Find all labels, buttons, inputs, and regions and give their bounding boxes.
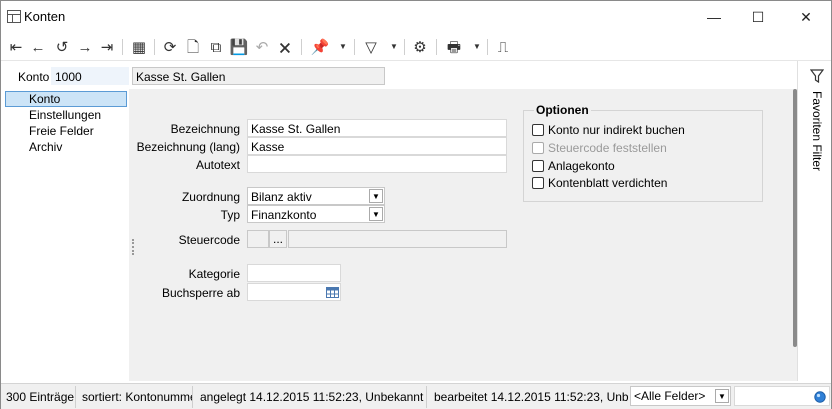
konto-name-display: Kasse St. Gallen <box>132 67 385 85</box>
typ-label: Typ <box>220 208 240 222</box>
first-record-icon[interactable]: ⇤ <box>6 38 26 56</box>
steuercode-input[interactable] <box>247 230 269 248</box>
checkbox-box[interactable] <box>532 177 544 189</box>
optionen-group: Optionen Konto nur indirekt buchen Steue… <box>523 103 763 202</box>
table-view-icon[interactable]: ▦ <box>129 38 149 56</box>
created-info: angelegt 14.12.2015 11:52:23, Unbekannt … <box>195 386 427 408</box>
steuercode-label: Steuercode <box>178 233 240 247</box>
settings-icon[interactable]: ⚙ <box>410 38 430 56</box>
close-button[interactable]: ✕ <box>783 1 829 33</box>
copy-icon[interactable]: ⧉ <box>206 38 226 56</box>
buchsperre-label: Buchsperre ab <box>161 286 240 300</box>
konto-label: Konto <box>18 70 50 84</box>
pin-dropdown-caret[interactable]: ▼ <box>339 42 347 51</box>
bezeichnung-input[interactable]: Kasse St. Gallen <box>247 119 507 137</box>
nav-item-konto[interactable]: Konto <box>5 91 127 107</box>
filter-icon[interactable] <box>810 69 824 83</box>
toolbar-separator <box>487 39 488 55</box>
window-title: Konten <box>24 9 66 24</box>
konto-number-input[interactable]: 1000 <box>51 67 129 85</box>
section-nav: Konto Einstellungen Freie Felder Archiv <box>3 89 129 381</box>
toolbar-separator <box>122 39 123 55</box>
nav-item-archiv[interactable]: Archiv <box>5 139 127 155</box>
last-record-icon[interactable]: ⇥ <box>97 38 117 56</box>
new-document-icon[interactable]: 🗋 <box>183 38 203 56</box>
anlagekonto-checkbox[interactable]: Anlagekonto <box>532 158 615 174</box>
kategorie-label: Kategorie <box>188 267 240 281</box>
chevron-down-icon[interactable]: ▼ <box>369 189 383 203</box>
table-window-icon <box>7 10 21 23</box>
export-icon[interactable]: ⎍ <box>493 38 513 56</box>
favorites-filter-label[interactable]: Favoriten Filter <box>810 91 824 171</box>
print-dropdown-caret[interactable]: ▼ <box>473 42 481 51</box>
history-icon[interactable]: ↺ <box>52 38 72 56</box>
zuordnung-label: Zuordnung <box>181 190 240 204</box>
refresh-icon[interactable]: ⟳ <box>160 38 180 56</box>
minimize-button[interactable]: — <box>691 1 737 33</box>
delete-icon[interactable]: 🗙 <box>275 38 295 56</box>
steuercode-lookup-button[interactable]: ... <box>269 230 287 248</box>
record-count: 300 Einträge <box>1 386 76 408</box>
bezeichnung-lang-input[interactable]: Kasse <box>247 137 507 155</box>
toolbar: ⇤ ← ↺ → ⇥ ▦ ⟳ 🗋 ⧉ 💾 ↶ 🗙 📌 ▼ ▽ ▼ ⚙ 🖶 ▼ ⎍ <box>1 33 831 61</box>
checkbox-label: Anlagekonto <box>548 159 615 173</box>
chevron-down-icon[interactable]: ▼ <box>369 207 383 221</box>
toolbar-separator <box>436 39 437 55</box>
toolbar-separator <box>154 39 155 55</box>
toolbar-separator <box>354 39 355 55</box>
favorites-filter-panel[interactable]: Favoriten Filter <box>797 61 831 381</box>
konto-header: Konto 1000 Kasse St. Gallen <box>1 65 801 87</box>
checkbox-box[interactable] <box>532 160 544 172</box>
save-icon[interactable]: 💾 <box>229 38 249 56</box>
optionen-title: Optionen <box>534 103 591 117</box>
print-icon[interactable]: 🖶 <box>444 38 464 56</box>
autotext-label: Autotext <box>195 158 240 172</box>
status-bar: 300 Einträge sortiert: Kontonummer angel… <box>1 383 831 409</box>
checkbox-label: Kontenblatt verdichten <box>548 176 668 190</box>
search-globe-icon[interactable] <box>814 391 826 403</box>
checkbox-label: Steuercode feststellen <box>548 141 667 155</box>
zuordnung-select[interactable]: Bilanz aktiv ▼ <box>247 187 385 205</box>
chevron-down-icon[interactable]: ▼ <box>715 389 729 403</box>
kontenblatt-verdichten-checkbox[interactable]: Kontenblatt verdichten <box>532 175 667 191</box>
toolbar-separator <box>404 39 405 55</box>
pin-icon[interactable]: 📌 <box>310 38 330 56</box>
next-record-icon[interactable]: → <box>75 38 95 56</box>
toolbar-separator <box>301 39 302 55</box>
bezeichnung-label: Bezeichnung <box>170 122 240 136</box>
nav-item-freie-felder[interactable]: Freie Felder <box>5 123 127 139</box>
typ-select[interactable]: Finanzkonto ▼ <box>247 205 385 223</box>
field-filter-select[interactable]: <Alle Felder> ▼ <box>630 386 731 406</box>
kategorie-input[interactable] <box>247 264 341 282</box>
maximize-button[interactable]: ☐ <box>735 1 781 33</box>
nav-item-einstellungen[interactable]: Einstellungen <box>5 107 127 123</box>
checkbox-label: Konto nur indirekt buchen <box>548 123 685 137</box>
checkbox-box[interactable] <box>532 124 544 136</box>
previous-record-icon[interactable]: ← <box>28 38 48 56</box>
typ-value: Finanzkonto <box>251 208 317 222</box>
konten-window: Konten — ☐ ✕ ⇤ ← ↺ → ⇥ ▦ ⟳ 🗋 ⧉ 💾 ↶ 🗙 📌 ▼… <box>0 0 832 409</box>
checkbox-box[interactable] <box>532 142 544 154</box>
undo-icon[interactable]: ↶ <box>252 38 272 56</box>
edited-info: bearbeitet 14.12.2015 11:52:23, Unbekann… <box>434 390 629 404</box>
title-bar: Konten — ☐ ✕ <box>1 1 831 33</box>
steuercode-feststellen-checkbox[interactable]: Steuercode feststellen <box>532 140 667 156</box>
steuercode-description <box>288 230 507 248</box>
field-filter-value: <Alle Felder> <box>634 389 706 403</box>
filter-dropdown-caret[interactable]: ▼ <box>390 42 398 51</box>
calendar-icon[interactable] <box>326 286 339 298</box>
autotext-input[interactable] <box>247 155 507 173</box>
konto-nur-indirekt-checkbox[interactable]: Konto nur indirekt buchen <box>532 122 685 138</box>
bezeichnung-lang-label: Bezeichnung (lang) <box>136 140 240 154</box>
filter-icon[interactable]: ▽ <box>361 38 381 56</box>
sort-indicator: sortiert: Kontonummer <box>77 386 193 408</box>
zuordnung-value: Bilanz aktiv <box>251 190 312 204</box>
